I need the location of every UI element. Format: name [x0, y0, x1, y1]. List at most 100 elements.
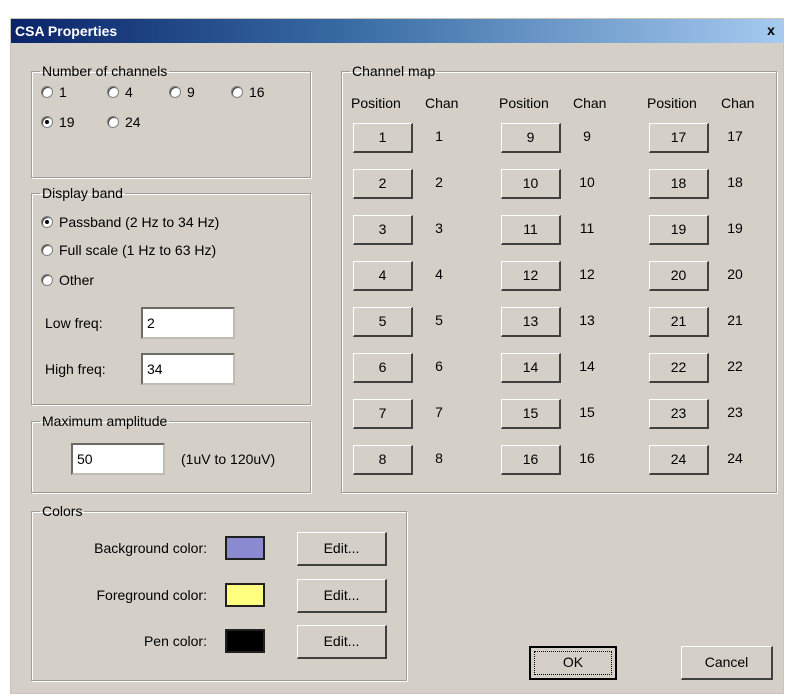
position-header: Position [499, 95, 549, 111]
radio-indicator-icon [41, 244, 53, 256]
position-header: Position [647, 95, 697, 111]
chan-value: 9 [583, 128, 591, 144]
channels-radio-1[interactable]: 4 [107, 83, 133, 101]
position-button-11[interactable]: 11 [501, 215, 561, 245]
position-button-17[interactable]: 17 [649, 123, 709, 153]
chan-value: 13 [579, 312, 595, 328]
channels-radio-label: 1 [59, 84, 67, 100]
position-button-5[interactable]: 5 [353, 307, 413, 337]
low-freq-input[interactable] [141, 307, 235, 339]
position-button-12[interactable]: 12 [501, 261, 561, 291]
position-button-1[interactable]: 1 [353, 123, 413, 153]
color-label-1: Foreground color: [96, 587, 207, 603]
position-button-7[interactable]: 7 [353, 399, 413, 429]
chan-value: 3 [435, 220, 443, 236]
position-button-9[interactable]: 9 [501, 123, 561, 153]
chan-value: 16 [579, 450, 595, 466]
position-button-8[interactable]: 8 [353, 445, 413, 475]
colors-legend: Colors [42, 503, 83, 519]
position-button-2[interactable]: 2 [353, 169, 413, 199]
chan-value: 23 [727, 404, 743, 420]
display-band-radio-2[interactable]: Other [41, 271, 94, 289]
position-button-16[interactable]: 16 [501, 445, 561, 475]
chan-value: 15 [579, 404, 595, 420]
chan-value: 5 [435, 312, 443, 328]
position-button-23[interactable]: 23 [649, 399, 709, 429]
position-header: Position [351, 95, 401, 111]
edit-color-button-1[interactable]: Edit... [297, 579, 387, 613]
channels-radio-label: 9 [187, 84, 195, 100]
radio-indicator-icon [169, 86, 181, 98]
color-label-2: Pen color: [143, 633, 207, 649]
position-button-19[interactable]: 19 [649, 215, 709, 245]
display-band-legend: Display band [42, 185, 123, 201]
max-amplitude-input[interactable] [71, 443, 165, 475]
chan-value: 2 [435, 174, 443, 190]
chan-value: 21 [727, 312, 743, 328]
edit-color-button-2[interactable]: Edit... [297, 625, 387, 659]
radio-indicator-icon [231, 86, 243, 98]
number-of-channels-legend: Number of channels [42, 63, 168, 79]
position-button-24[interactable]: 24 [649, 445, 709, 475]
channels-radio-label: 24 [125, 114, 141, 130]
display-band-radio-label: Other [59, 272, 95, 288]
color-swatch-1 [225, 583, 265, 607]
radio-indicator-icon [41, 274, 53, 286]
position-button-14[interactable]: 14 [501, 353, 561, 383]
display-band-radio-label: Full scale (1 Hz to 63 Hz) [59, 242, 217, 258]
cancel-button[interactable]: Cancel [681, 646, 773, 680]
chan-value: 18 [727, 174, 743, 190]
ok-button[interactable]: OK [529, 646, 617, 680]
chan-value: 22 [727, 358, 743, 374]
channels-radio-5[interactable]: 24 [107, 113, 141, 131]
chan-value: 4 [435, 266, 443, 282]
radio-indicator-icon [107, 86, 119, 98]
dialog-window: CSA Properties x Number of channels 1491… [10, 18, 784, 694]
radio-indicator-icon [41, 116, 53, 128]
low-freq-label: Low freq: [45, 315, 103, 331]
position-button-15[interactable]: 15 [501, 399, 561, 429]
edit-color-button-0[interactable]: Edit... [297, 532, 387, 566]
channels-radio-3[interactable]: 16 [231, 83, 265, 101]
channels-radio-label: 19 [59, 114, 75, 130]
amplitude-range-label: (1uV to 120uV) [181, 451, 276, 467]
chan-value: 19 [727, 220, 743, 236]
channels-radio-2[interactable]: 9 [169, 83, 195, 101]
position-button-10[interactable]: 10 [501, 169, 561, 199]
radio-indicator-icon [41, 86, 53, 98]
channel-map-legend: Channel map [352, 63, 436, 79]
chan-header: Chan [425, 95, 459, 111]
chan-value: 7 [435, 404, 443, 420]
chan-value: 24 [727, 450, 743, 466]
position-button-18[interactable]: 18 [649, 169, 709, 199]
chan-value: 6 [435, 358, 443, 374]
title-bar[interactable]: CSA Properties x [11, 19, 783, 43]
radio-indicator-icon [107, 116, 119, 128]
chan-value: 8 [435, 450, 443, 466]
position-button-3[interactable]: 3 [353, 215, 413, 245]
position-button-6[interactable]: 6 [353, 353, 413, 383]
chan-value: 17 [727, 128, 743, 144]
display-band-radio-1[interactable]: Full scale (1 Hz to 63 Hz) [41, 241, 216, 259]
chan-header: Chan [721, 95, 755, 111]
position-button-4[interactable]: 4 [353, 261, 413, 291]
chan-value: 14 [579, 358, 595, 374]
color-swatch-0 [225, 536, 265, 560]
maximum-amplitude-legend: Maximum amplitude [42, 413, 168, 429]
channels-radio-4[interactable]: 19 [41, 113, 75, 131]
color-swatch-2 [225, 629, 265, 653]
high-freq-label: High freq: [45, 361, 106, 377]
display-band-radio-0[interactable]: Passband (2 Hz to 34 Hz) [41, 213, 219, 231]
channels-radio-0[interactable]: 1 [41, 83, 67, 101]
chan-value: 1 [435, 128, 443, 144]
close-button[interactable]: x [763, 22, 779, 38]
channels-radio-label: 4 [125, 84, 133, 100]
channels-radio-label: 16 [249, 84, 265, 100]
position-button-21[interactable]: 21 [649, 307, 709, 337]
chan-value: 20 [727, 266, 743, 282]
high-freq-input[interactable] [141, 353, 235, 385]
position-button-20[interactable]: 20 [649, 261, 709, 291]
display-band-radio-label: Passband (2 Hz to 34 Hz) [59, 214, 220, 230]
position-button-13[interactable]: 13 [501, 307, 561, 337]
position-button-22[interactable]: 22 [649, 353, 709, 383]
